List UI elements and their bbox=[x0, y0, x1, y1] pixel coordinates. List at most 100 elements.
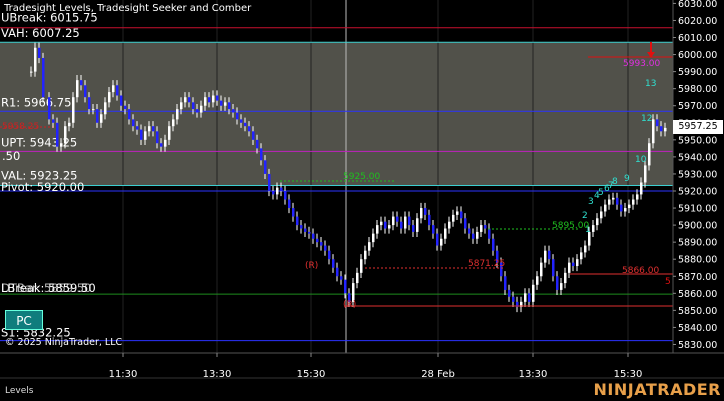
candle-body bbox=[296, 216, 299, 226]
candle-body bbox=[152, 126, 155, 132]
x-axis[interactable]: 11:30 13:30 15:30 28 Feb 13:30 15:30 bbox=[109, 353, 643, 380]
candle-body bbox=[34, 47, 37, 72]
candle-body bbox=[448, 221, 451, 229]
candle-body bbox=[252, 131, 255, 140]
candle-body bbox=[380, 221, 383, 226]
y-tick-label: 5890.00 bbox=[678, 238, 717, 249]
candle-body bbox=[172, 119, 175, 127]
y-tick-label: 5990.00 bbox=[678, 67, 717, 78]
upt-fragment: .50 bbox=[2, 149, 20, 163]
candle-body bbox=[376, 225, 379, 234]
candle-body bbox=[476, 231, 479, 239]
candle-body bbox=[56, 122, 59, 147]
candle-body bbox=[244, 122, 247, 127]
candle-body bbox=[60, 143, 63, 147]
candle-body bbox=[644, 165, 647, 183]
candle-body bbox=[116, 85, 119, 96]
candle-body bbox=[656, 119, 659, 127]
candle-body bbox=[180, 102, 183, 110]
candle-body bbox=[400, 221, 403, 229]
candle-body bbox=[540, 262, 543, 277]
candle-body bbox=[160, 143, 163, 147]
candle-body bbox=[236, 112, 239, 120]
candle-body bbox=[504, 276, 507, 290]
candle-body bbox=[188, 97, 191, 103]
candle-body bbox=[292, 208, 295, 217]
candle-body bbox=[664, 127, 667, 132]
pc-button[interactable]: PC bbox=[5, 310, 43, 330]
candle-body bbox=[276, 187, 279, 195]
candle-body bbox=[176, 109, 179, 120]
candle-body bbox=[528, 293, 531, 302]
candle-body bbox=[572, 262, 575, 267]
candle-body bbox=[52, 119, 55, 123]
candle-body bbox=[392, 216, 395, 226]
candle-body bbox=[556, 276, 559, 290]
candle-body bbox=[108, 92, 111, 103]
candle-body bbox=[112, 85, 115, 93]
candle-body bbox=[608, 199, 611, 205]
candle-body bbox=[384, 221, 387, 229]
y-tick-label: 5870.00 bbox=[678, 272, 717, 283]
candle-body bbox=[416, 218, 419, 232]
candle-body bbox=[316, 238, 319, 243]
candle-body bbox=[460, 211, 463, 219]
candle-body bbox=[88, 97, 91, 110]
candle-body bbox=[360, 259, 363, 273]
candle-body bbox=[120, 95, 123, 106]
candle-body bbox=[548, 250, 551, 260]
seq-label: 5 bbox=[598, 188, 604, 198]
candle-body bbox=[156, 131, 159, 144]
count-10: 10 bbox=[635, 155, 647, 165]
candle-body bbox=[204, 97, 207, 106]
candle-body bbox=[100, 114, 103, 123]
y-tick-label: 5970.00 bbox=[678, 101, 717, 112]
candle-body bbox=[592, 225, 595, 232]
candle-body bbox=[280, 187, 283, 191]
candle-body bbox=[200, 105, 203, 113]
tab-levels[interactable]: Levels bbox=[5, 386, 33, 396]
candle-body bbox=[568, 262, 571, 273]
candle-body bbox=[452, 214, 455, 222]
y-tick-label: 5880.00 bbox=[678, 255, 717, 266]
candle-body bbox=[324, 245, 327, 251]
candle-body bbox=[580, 252, 583, 260]
level-label: R1: 5966.75 bbox=[1, 95, 71, 109]
candle-body bbox=[48, 97, 51, 120]
count-9: 9 bbox=[624, 174, 630, 184]
candle-body bbox=[224, 102, 227, 106]
current-price-marker: 5957.25 bbox=[673, 120, 723, 134]
candle-body bbox=[648, 143, 651, 166]
candle-body bbox=[552, 259, 555, 277]
candle-body bbox=[340, 276, 343, 280]
count-12: 12 bbox=[641, 114, 652, 124]
r-label-a: (R) bbox=[305, 261, 318, 271]
candle-body bbox=[256, 139, 259, 149]
candle-body bbox=[80, 80, 83, 86]
candle-body bbox=[632, 199, 635, 205]
candle-body bbox=[332, 259, 335, 268]
candle-body bbox=[260, 148, 263, 161]
candle-body bbox=[636, 194, 639, 200]
y-axis[interactable]: 6030.00 6020.00 6010.00 6000.00 5990.00 5980.… bbox=[673, 0, 717, 351]
r-label-b: (R) bbox=[343, 300, 356, 310]
copyright-text: © 2025 NinjaTrader, LLC bbox=[5, 337, 123, 348]
candle-body bbox=[564, 272, 567, 284]
candle-body bbox=[336, 267, 339, 277]
count-13: 13 bbox=[645, 79, 656, 89]
candle-body bbox=[68, 122, 71, 127]
candle-body bbox=[38, 47, 41, 58]
candle-body bbox=[132, 119, 135, 127]
level-label: VAH: 6007.25 bbox=[1, 26, 80, 40]
candle-body bbox=[208, 97, 211, 103]
candle-body bbox=[308, 231, 311, 234]
seq-label: 2 bbox=[582, 211, 588, 221]
candle-body bbox=[168, 126, 171, 140]
y-tick-label: 6020.00 bbox=[678, 16, 717, 27]
candle-body bbox=[84, 85, 87, 98]
candle-body bbox=[220, 100, 223, 106]
candle-body bbox=[612, 197, 615, 200]
candle-body bbox=[356, 272, 359, 284]
candle-body bbox=[228, 102, 231, 110]
candle-body bbox=[368, 242, 371, 251]
